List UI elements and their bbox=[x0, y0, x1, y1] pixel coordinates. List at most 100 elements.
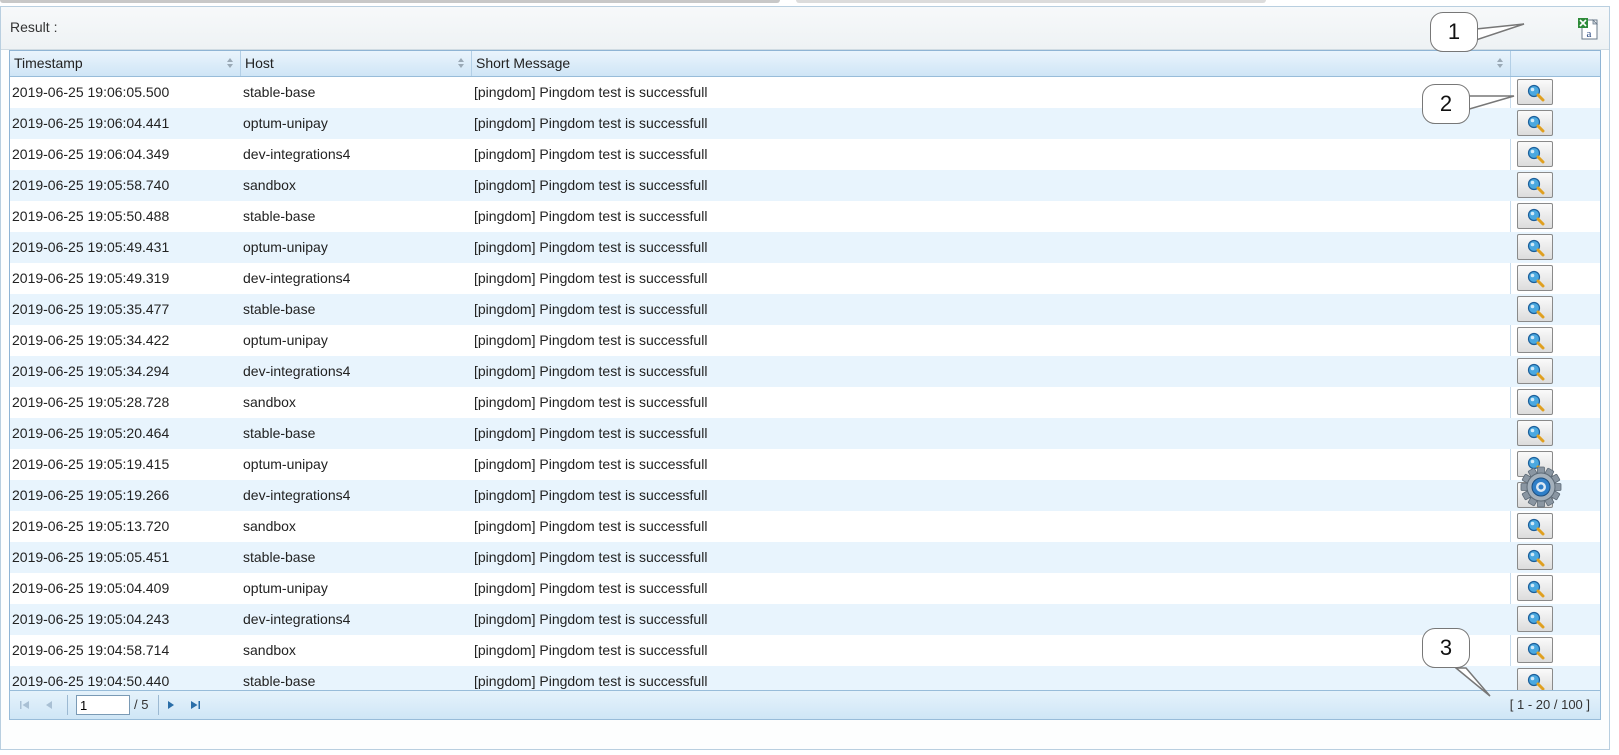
message-cell: [pingdom] Pingdom test is successfull bbox=[474, 363, 708, 379]
table-row[interactable]: 2019-06-25 19:05:49.319 dev-integrations… bbox=[10, 263, 1600, 294]
timestamp-cell: 2019-06-25 19:06:05.500 bbox=[12, 84, 170, 100]
host-cell: stable-base bbox=[243, 84, 316, 100]
svg-text:a: a bbox=[1587, 28, 1592, 40]
host-cell: stable-base bbox=[243, 208, 316, 224]
table-row[interactable]: 2019-06-25 19:06:04.441 optum-unipay [pi… bbox=[10, 108, 1600, 139]
top-tab-b[interactable] bbox=[796, 0, 1266, 3]
grid-header: Timestamp Host Short Message bbox=[10, 51, 1600, 77]
table-row[interactable]: 2019-06-25 19:05:19.415 optum-unipay [pi… bbox=[10, 449, 1600, 480]
message-cell: [pingdom] Pingdom test is successfull bbox=[474, 239, 708, 255]
table-row[interactable]: 2019-06-25 19:05:04.409 optum-unipay [pi… bbox=[10, 573, 1600, 604]
table-row[interactable]: 2019-06-25 19:05:58.740 sandbox [pingdom… bbox=[10, 170, 1600, 201]
view-details-button[interactable] bbox=[1517, 234, 1553, 260]
next-page-icon[interactable] bbox=[164, 699, 178, 711]
timestamp-cell: 2019-06-25 19:05:28.728 bbox=[12, 394, 170, 410]
last-page-icon[interactable] bbox=[188, 699, 202, 711]
first-page-icon[interactable] bbox=[18, 699, 32, 711]
view-details-button[interactable] bbox=[1517, 389, 1553, 415]
timestamp-cell: 2019-06-25 19:05:49.319 bbox=[12, 270, 170, 286]
magnifier-details-icon bbox=[1527, 301, 1545, 319]
magnifier-details-icon bbox=[1527, 332, 1545, 350]
host-cell: stable-base bbox=[243, 425, 316, 441]
host-cell: optum-unipay bbox=[243, 580, 328, 596]
view-details-button[interactable] bbox=[1517, 296, 1553, 322]
page-number-input[interactable] bbox=[76, 695, 130, 715]
column-header-host[interactable]: Host bbox=[241, 51, 472, 76]
timestamp-cell: 2019-06-25 19:05:50.488 bbox=[12, 208, 170, 224]
top-tab-a[interactable] bbox=[0, 0, 780, 3]
host-cell: dev-integrations4 bbox=[243, 611, 351, 627]
host-cell: optum-unipay bbox=[243, 332, 328, 348]
timestamp-cell: 2019-06-25 19:06:04.441 bbox=[12, 115, 170, 131]
view-details-button[interactable] bbox=[1517, 513, 1553, 539]
magnifier-details-icon bbox=[1527, 177, 1545, 195]
view-details-button[interactable] bbox=[1517, 203, 1553, 229]
view-details-button[interactable] bbox=[1517, 141, 1553, 167]
table-row[interactable]: 2019-06-25 19:05:19.266 dev-integrations… bbox=[10, 480, 1600, 511]
callout-2: 2 bbox=[1422, 84, 1470, 124]
view-details-button[interactable] bbox=[1517, 544, 1553, 570]
gear-icon[interactable] bbox=[1520, 466, 1562, 508]
message-cell: [pingdom] Pingdom test is successfull bbox=[474, 332, 708, 348]
magnifier-details-icon bbox=[1527, 270, 1545, 288]
column-header-label: Host bbox=[245, 55, 274, 71]
host-cell: optum-unipay bbox=[243, 456, 328, 472]
host-cell: dev-integrations4 bbox=[243, 270, 351, 286]
column-header-short-message[interactable]: Short Message bbox=[472, 51, 1511, 76]
table-row[interactable]: 2019-06-25 19:05:04.243 dev-integrations… bbox=[10, 604, 1600, 635]
host-cell: sandbox bbox=[243, 642, 296, 658]
table-row[interactable]: 2019-06-25 19:05:13.720 sandbox [pingdom… bbox=[10, 511, 1600, 542]
host-cell: sandbox bbox=[243, 177, 296, 193]
table-row[interactable]: 2019-06-25 19:06:04.349 dev-integrations… bbox=[10, 139, 1600, 170]
message-cell: [pingdom] Pingdom test is successfull bbox=[474, 115, 708, 131]
view-details-button[interactable] bbox=[1517, 79, 1553, 105]
host-cell: dev-integrations4 bbox=[243, 363, 351, 379]
host-cell: sandbox bbox=[243, 518, 296, 534]
magnifier-details-icon bbox=[1527, 394, 1545, 412]
table-row[interactable]: 2019-06-25 19:05:34.294 dev-integrations… bbox=[10, 356, 1600, 387]
view-details-button[interactable] bbox=[1517, 327, 1553, 353]
timestamp-cell: 2019-06-25 19:05:04.243 bbox=[12, 611, 170, 627]
table-row[interactable]: 2019-06-25 19:06:05.500 stable-base [pin… bbox=[10, 77, 1600, 108]
excel-export-icon[interactable]: a bbox=[1577, 17, 1599, 41]
table-row[interactable]: 2019-06-25 19:05:28.728 sandbox [pingdom… bbox=[10, 387, 1600, 418]
magnifier-details-icon bbox=[1527, 115, 1545, 133]
record-range: [ 1 - 20 / 100 ] bbox=[1509, 697, 1590, 712]
table-row[interactable]: 2019-06-25 19:05:34.422 optum-unipay [pi… bbox=[10, 325, 1600, 356]
magnifier-details-icon bbox=[1527, 518, 1545, 536]
table-row[interactable]: 2019-06-25 19:05:49.431 optum-unipay [pi… bbox=[10, 232, 1600, 263]
pagination-bar: / 5 [ 1 - 20 / 100 ] bbox=[9, 690, 1601, 720]
view-details-button[interactable] bbox=[1517, 265, 1553, 291]
sort-icon bbox=[458, 58, 464, 68]
view-details-button[interactable] bbox=[1517, 575, 1553, 601]
message-cell: [pingdom] Pingdom test is successfull bbox=[474, 642, 708, 658]
table-row[interactable]: 2019-06-25 19:05:20.464 stable-base [pin… bbox=[10, 418, 1600, 449]
message-cell: [pingdom] Pingdom test is successfull bbox=[474, 177, 708, 193]
table-row[interactable]: 2019-06-25 19:05:35.477 stable-base [pin… bbox=[10, 294, 1600, 325]
message-cell: [pingdom] Pingdom test is successfull bbox=[474, 580, 708, 596]
view-details-button[interactable] bbox=[1517, 420, 1553, 446]
column-header-timestamp[interactable]: Timestamp bbox=[10, 51, 241, 76]
timestamp-cell: 2019-06-25 19:05:35.477 bbox=[12, 301, 170, 317]
timestamp-cell: 2019-06-25 19:05:19.415 bbox=[12, 456, 170, 472]
view-details-button[interactable] bbox=[1517, 637, 1553, 663]
magnifier-details-icon bbox=[1527, 208, 1545, 226]
message-cell: [pingdom] Pingdom test is successfull bbox=[474, 270, 708, 286]
host-cell: sandbox bbox=[243, 394, 296, 410]
message-cell: [pingdom] Pingdom test is successfull bbox=[474, 456, 708, 472]
view-details-button[interactable] bbox=[1517, 172, 1553, 198]
table-row[interactable]: 2019-06-25 19:05:05.451 stable-base [pin… bbox=[10, 542, 1600, 573]
column-header-actions bbox=[1511, 51, 1600, 76]
view-details-button[interactable] bbox=[1517, 606, 1553, 632]
timestamp-cell: 2019-06-25 19:05:20.464 bbox=[12, 425, 170, 441]
callout-1: 1 bbox=[1430, 12, 1478, 52]
view-details-button[interactable] bbox=[1517, 358, 1553, 384]
callout-3: 3 bbox=[1422, 628, 1470, 668]
panel-title: Result : bbox=[10, 19, 58, 35]
grid-rows: 2019-06-25 19:06:05.500 stable-base [pin… bbox=[10, 77, 1600, 697]
view-details-button[interactable] bbox=[1517, 110, 1553, 136]
table-row[interactable]: 2019-06-25 19:05:50.488 stable-base [pin… bbox=[10, 201, 1600, 232]
table-row[interactable]: 2019-06-25 19:04:58.714 sandbox [pingdom… bbox=[10, 635, 1600, 666]
prev-page-icon[interactable] bbox=[42, 699, 56, 711]
message-cell: [pingdom] Pingdom test is successfull bbox=[474, 394, 708, 410]
